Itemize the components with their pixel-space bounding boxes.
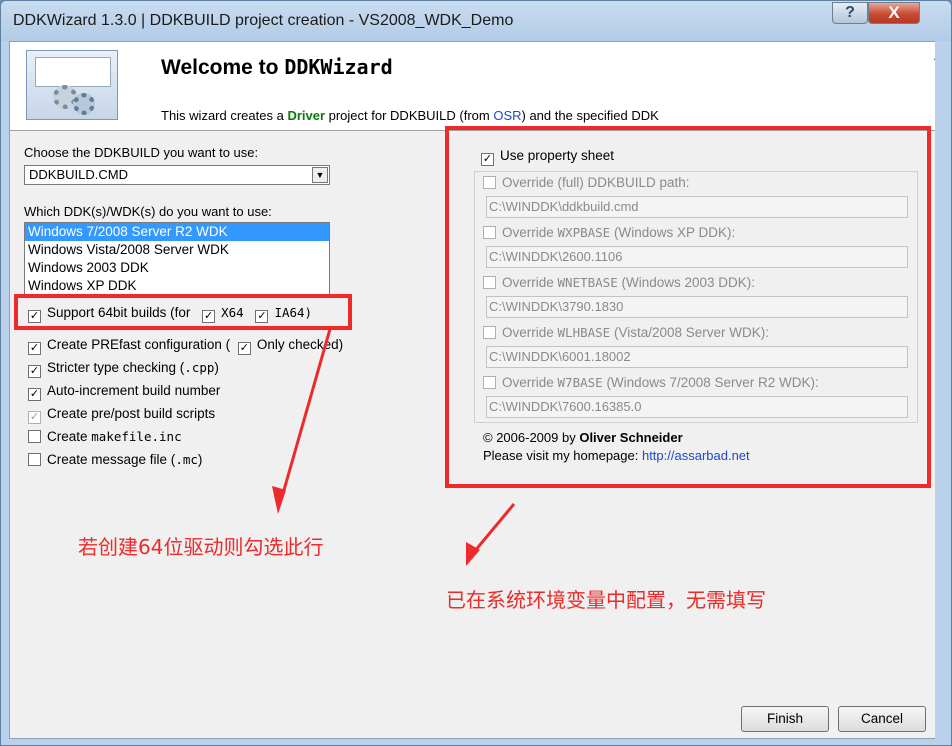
close-icon: X — [888, 3, 900, 22]
arrow-left-head — [272, 486, 286, 514]
arrow-right-line — [472, 503, 516, 553]
wizard-window: DDKWizard 1.3.0 | DDKBUILD project creat… — [0, 0, 952, 746]
window-title: DDKWizard 1.3.0 | DDKBUILD project creat… — [13, 12, 514, 29]
right-window-edge — [935, 41, 945, 739]
wizard-client-area: Welcome to DDKWizard This wizard creates… — [9, 41, 945, 739]
close-button[interactable]: X — [868, 2, 920, 24]
help-button[interactable]: ? — [832, 2, 868, 24]
annotation-env-note: 已在系统环境变量中配置，无需填写 — [446, 588, 766, 612]
title-bar[interactable]: DDKWizard 1.3.0 | DDKBUILD project creat… — [1, 1, 951, 41]
finish-button[interactable]: Finish — [741, 706, 829, 732]
arrow-left-line — [280, 328, 332, 498]
annotation-arrows — [272, 328, 516, 566]
help-icon: ? — [845, 4, 855, 21]
annotation-64bit-note: 若创建64位驱动则勾选此行 — [78, 535, 324, 559]
cancel-button[interactable]: Cancel — [838, 706, 926, 732]
